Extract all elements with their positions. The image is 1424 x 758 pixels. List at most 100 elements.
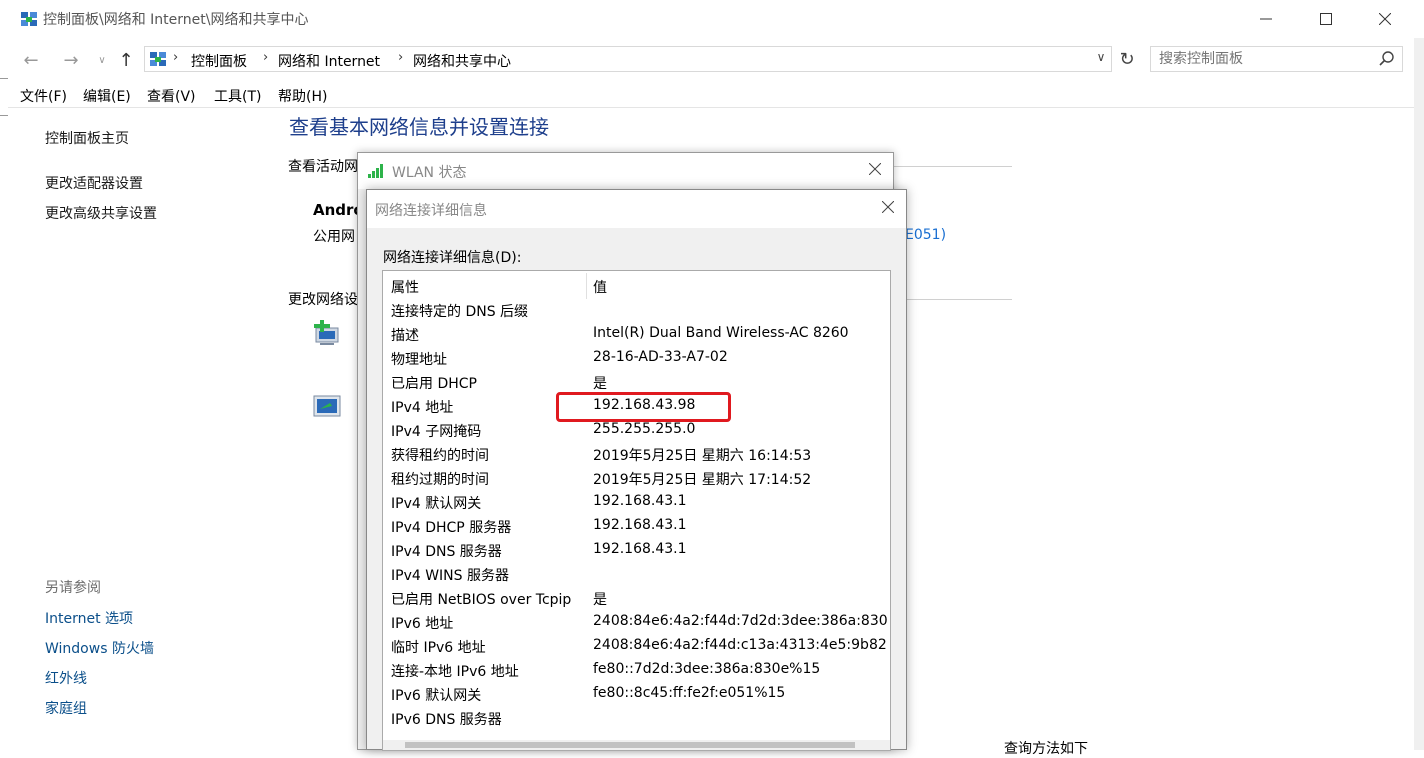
active-networks-heading: 查看活动网: [288, 159, 358, 175]
menu-file[interactable]: 文件(F): [20, 86, 67, 106]
row-property: IPv4 子网掩码: [391, 424, 482, 440]
search-icon[interactable]: [1378, 50, 1396, 68]
chevron-right-icon: ›: [263, 50, 269, 65]
menu-view[interactable]: 查看(V): [147, 86, 196, 106]
menu-help[interactable]: 帮助(H): [278, 86, 327, 106]
table-row[interactable]: 获得租约的时间 2019年5月25日 星期六 16:14:53: [383, 443, 890, 467]
chevron-down-icon: ∨: [98, 54, 106, 66]
column-header-value[interactable]: 值: [593, 277, 607, 297]
table-row[interactable]: 描述 Intel(R) Dual Band Wireless-AC 8260: [383, 323, 890, 347]
table-row[interactable]: 已启用 NetBIOS over Tcpip 是: [383, 587, 890, 611]
navigation-bar: ← → ∨ ↑ › 控制面板 › 网络和 Internet › 网络和共享中心 …: [8, 42, 1424, 76]
table-row[interactable]: IPv4 地址 192.168.43.98: [383, 395, 890, 419]
menu-bar: 文件(F) 编辑(E) 查看(V) 工具(T) 帮助(H): [8, 82, 1424, 108]
refresh-icon: ↻: [1119, 49, 1135, 70]
sidebar-item-advanced-sharing-settings[interactable]: 更改高级共享设置: [45, 203, 157, 223]
row-property: 物理地址: [391, 352, 447, 368]
minimize-button[interactable]: [1243, 2, 1289, 36]
sidebar-item-change-adapter-settings[interactable]: 更改适配器设置: [45, 173, 143, 193]
recent-locations-button[interactable]: ∨: [91, 49, 113, 71]
row-property: 已启用 NetBIOS over Tcpip: [391, 592, 572, 608]
table-row[interactable]: IPv4 默认网关 192.168.43.1: [383, 491, 890, 515]
close-button[interactable]: [1362, 2, 1408, 36]
title-bar: 控制面板\网络和 Internet\网络和共享中心: [8, 0, 1424, 40]
connection-link[interactable]: E051): [905, 227, 946, 243]
breadcrumb-network-internet[interactable]: 网络和 Internet: [278, 51, 380, 71]
table-row[interactable]: 物理地址 28-16-AD-33-A7-02: [383, 347, 890, 371]
menu-edit[interactable]: 编辑(E): [83, 86, 131, 106]
horizontal-scrollbar[interactable]: [383, 740, 890, 750]
table-row[interactable]: IPv4 DNS 服务器 192.168.43.1: [383, 539, 890, 563]
see-also-infrared[interactable]: 红外线: [45, 668, 87, 688]
row-property: IPv4 DHCP 服务器: [391, 520, 512, 536]
row-property: 获得租约的时间: [391, 448, 489, 464]
row-value: 2019年5月25日 星期六 16:14:53: [593, 448, 812, 464]
search-box[interactable]: [1150, 46, 1403, 72]
row-value: 是: [593, 592, 607, 608]
details-list-label: 网络连接详细信息(D):: [383, 250, 522, 266]
row-value: 192.168.43.1: [593, 493, 687, 509]
see-also-internet-options[interactable]: Internet 选项: [45, 608, 133, 628]
up-arrow-icon: ↑: [118, 49, 134, 71]
network-details-dialog: 网络连接详细信息 网络连接详细信息(D): 属性 值 连接特定的 DNS 后缀描…: [366, 189, 907, 751]
row-property: 临时 IPv6 地址: [391, 640, 486, 656]
partially-visible-text: 查询方法如下: [1004, 741, 1088, 757]
table-row[interactable]: IPv4 WINS 服务器: [383, 563, 890, 587]
row-value: fe80::7d2d:3dee:386a:830e%15: [593, 661, 821, 677]
table-row[interactable]: 临时 IPv6 地址 2408:84e6:4a2:f44d:c13a:4313:4…: [383, 635, 890, 659]
table-row[interactable]: IPv6 默认网关 fe80::8c45:ff:fe2f:e051%15: [383, 683, 890, 707]
table-row[interactable]: IPv4 子网掩码 255.255.255.0: [383, 419, 890, 443]
scrollbar-thumb[interactable]: [405, 742, 855, 748]
wlan-dialog-title: WLAN 状态: [392, 165, 467, 181]
column-separator[interactable]: [586, 273, 587, 299]
row-property: IPv4 地址: [391, 400, 454, 416]
page-title: 查看基本网络信息并设置连接: [289, 115, 549, 139]
row-property: IPv6 DNS 服务器: [391, 712, 502, 728]
row-value: 是: [593, 376, 607, 392]
close-icon: [1379, 13, 1391, 25]
up-button[interactable]: ↑: [115, 49, 137, 71]
table-row[interactable]: IPv6 地址 2408:84e6:4a2:f44d:7d2d:3dee:386a…: [383, 611, 890, 635]
row-value: 192.168.43.1: [593, 517, 687, 533]
address-bar[interactable]: › 控制面板 › 网络和 Internet › 网络和共享中心 ∨: [144, 46, 1112, 72]
row-value: 28-16-AD-33-A7-02: [593, 349, 728, 365]
see-also-windows-firewall[interactable]: Windows 防火墙: [45, 638, 154, 658]
table-row[interactable]: 连接-本地 IPv6 地址 fe80::7d2d:3dee:386a:830e%1…: [383, 659, 890, 683]
row-property: 连接-本地 IPv6 地址: [391, 664, 519, 680]
troubleshoot-icon[interactable]: [310, 392, 344, 422]
address-dropdown-button[interactable]: ∨: [1093, 50, 1109, 68]
back-button[interactable]: ←: [20, 49, 42, 71]
table-row[interactable]: 已启用 DHCP 是: [383, 371, 890, 395]
table-row[interactable]: 连接特定的 DNS 后缀: [383, 299, 890, 323]
new-connection-icon[interactable]: [310, 318, 344, 348]
close-icon: [881, 200, 895, 214]
details-dialog-title-bar: 网络连接详细信息: [367, 190, 906, 228]
forward-button[interactable]: →: [60, 49, 82, 71]
refresh-button[interactable]: ↻: [1116, 49, 1138, 71]
breadcrumb-control-panel[interactable]: 控制面板: [191, 51, 247, 71]
wlan-dialog-close-button[interactable]: [868, 159, 882, 180]
see-also-homegroup[interactable]: 家庭组: [45, 698, 87, 718]
see-also-heading: 另请参阅: [45, 580, 101, 596]
row-property: IPv4 WINS 服务器: [391, 568, 509, 584]
search-input[interactable]: [1159, 50, 1369, 68]
chevron-right-icon: ›: [173, 50, 179, 65]
table-row[interactable]: IPv4 DHCP 服务器 192.168.43.1: [383, 515, 890, 539]
row-property: IPv4 DNS 服务器: [391, 544, 502, 560]
maximize-button[interactable]: [1303, 2, 1349, 36]
breadcrumb-network-sharing-center[interactable]: 网络和共享中心: [413, 51, 511, 71]
row-value: fe80::8c45:ff:fe2f:e051%15: [593, 685, 786, 701]
table-row[interactable]: 租约过期的时间 2019年5月25日 星期六 17:14:52: [383, 467, 890, 491]
details-dialog-title: 网络连接详细信息: [375, 203, 487, 219]
column-header-property[interactable]: 属性: [391, 277, 419, 297]
details-list-view[interactable]: 属性 值 连接特定的 DNS 后缀 描述 Intel(R) Dual Band Wi…: [382, 270, 891, 751]
right-scrollbar[interactable]: [1414, 38, 1424, 750]
table-row[interactable]: IPv6 DNS 服务器: [383, 707, 890, 731]
sidebar-item-control-panel-home[interactable]: 控制面板主页: [45, 128, 129, 148]
network-type: 公用网: [313, 229, 355, 245]
row-property: 已启用 DHCP: [391, 376, 477, 392]
forward-arrow-icon: →: [63, 49, 79, 71]
details-dialog-close-button[interactable]: [881, 197, 895, 218]
menu-tools[interactable]: 工具(T): [214, 86, 261, 106]
list-header: 属性 值: [383, 271, 890, 301]
